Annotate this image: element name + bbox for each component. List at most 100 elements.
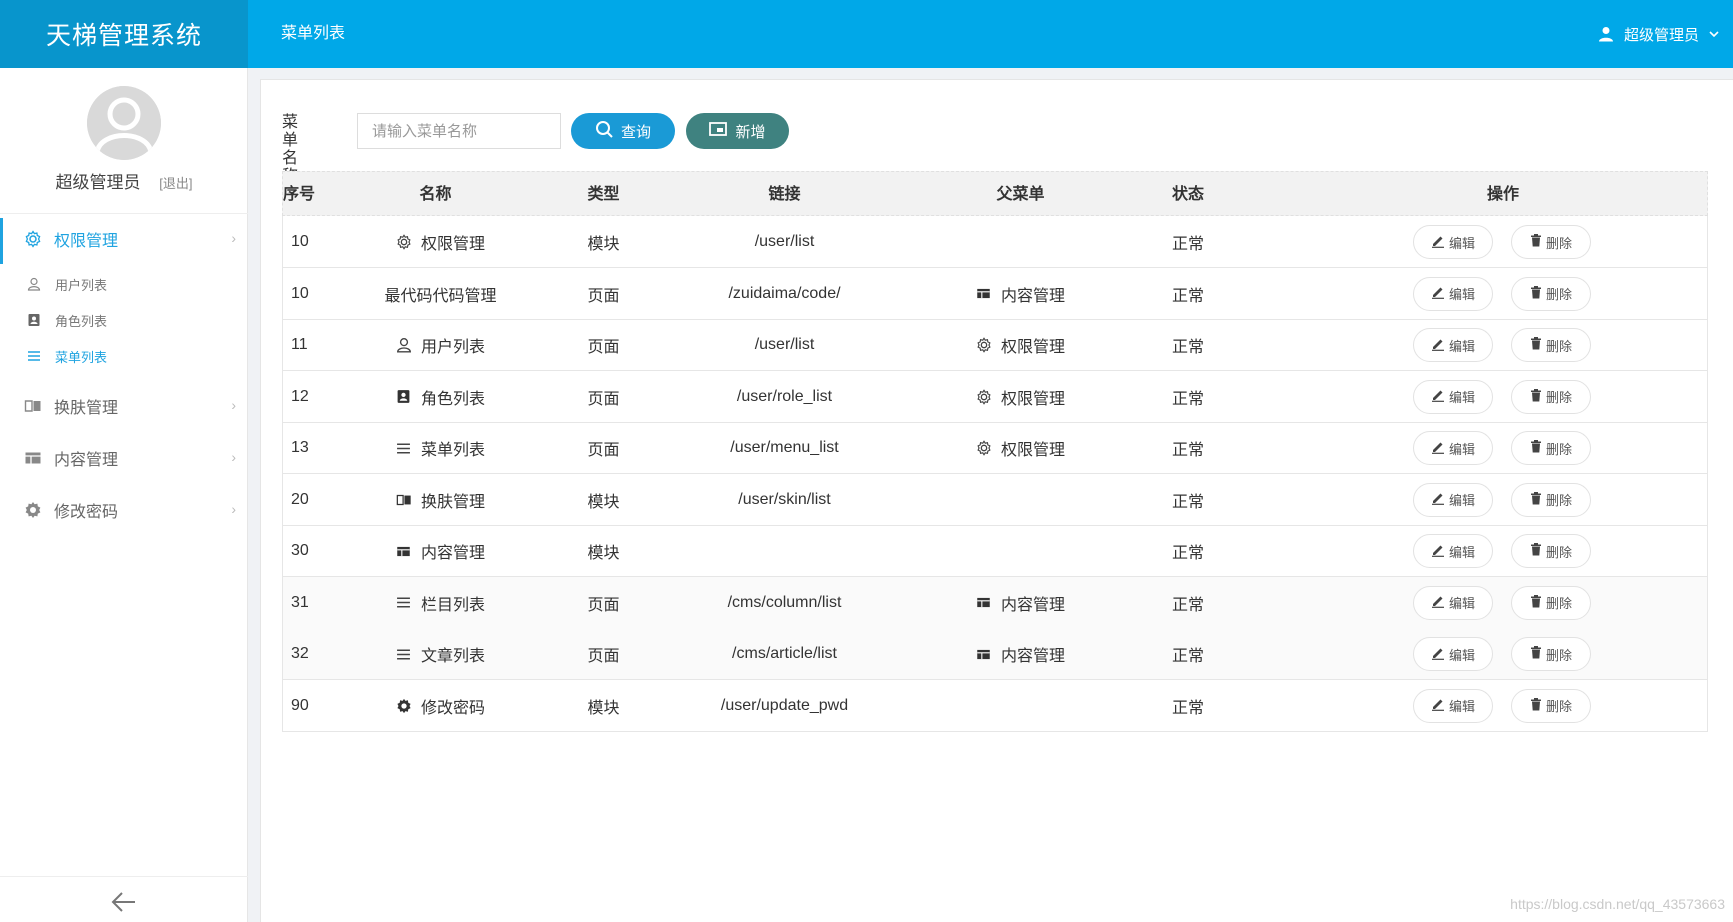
edit-button-label: 编辑 (1448, 647, 1475, 663)
edit-button[interactable]: 编辑 (1413, 225, 1493, 259)
edit-button[interactable]: 编辑 (1413, 482, 1493, 517)
edit-button[interactable]: 编辑 (1413, 328, 1493, 362)
table-row: 32 文章列表 页面 /cms/article/list 内容管理 正常 编辑 … (282, 628, 1708, 680)
edit-button[interactable]: 编辑 (1413, 379, 1493, 414)
edit-button[interactable]: 编辑 (1413, 276, 1493, 311)
delete-button-label: 删除 (1545, 596, 1572, 611)
sidebar-item-password[interactable]: 修改密码 › (0, 487, 248, 533)
delete-button-label: 删除 (1545, 390, 1572, 405)
delete-button-label: 删除 (1545, 338, 1572, 354)
edit-button-label: 编辑 (1448, 287, 1475, 302)
table-row: 20 换肤管理 模块 /user/skin/list 正常 编辑 删除 (282, 473, 1708, 526)
gear-icon (976, 440, 992, 456)
cell-status: 正常 (1171, 287, 1204, 305)
cell-status: 正常 (1171, 596, 1204, 614)
trash-icon (1530, 440, 1542, 456)
pencil-icon (1431, 697, 1445, 714)
delete-button-label: 删除 (1545, 544, 1572, 560)
gear-icon (396, 234, 412, 250)
delete-button-label: 删除 (1545, 699, 1572, 714)
cell-name: 菜单列表 (283, 422, 598, 474)
table-row: 10 权限管理 模块 /user/list 正常 编辑 删除 (282, 216, 1708, 268)
edit-button[interactable]: 编辑 (1413, 534, 1493, 568)
sidebar-item-skin[interactable]: 换肤管理 › (0, 383, 248, 429)
watermark: https://blog.csdn.net/qq_43573663 (1510, 896, 1725, 912)
logout-link[interactable]: [退出] (159, 176, 192, 191)
cell-link: /zuidaima/code/ (728, 284, 841, 302)
chevron-right-icon: › (231, 449, 236, 465)
cell-status: 正常 (1171, 699, 1204, 717)
cog-icon (24, 501, 42, 519)
collapse-sidebar-arrow-left-icon[interactable] (110, 888, 138, 916)
pencil-icon (1431, 337, 1445, 354)
book-open-icon (24, 397, 42, 415)
sidebar-item-content[interactable]: 内容管理 › (0, 435, 248, 481)
cell-type: 页面 (587, 648, 620, 665)
edit-button[interactable]: 编辑 (1413, 585, 1493, 620)
delete-button[interactable]: 删除 (1511, 482, 1591, 517)
query-button[interactable]: 查询 (571, 113, 675, 149)
cell-type: 页面 (587, 339, 620, 356)
delete-button[interactable]: 删除 (1511, 225, 1591, 259)
profile-name: 超级管理员 (55, 173, 141, 192)
sidebar-item-permission[interactable]: 权限管理 › (0, 216, 248, 264)
cell-name: 文章列表 (283, 628, 598, 680)
cell-name-text: 内容管理 (420, 545, 485, 562)
cell-parent: 内容管理 (903, 577, 1138, 629)
divider (0, 876, 248, 877)
cell-name-text: 菜单列表 (420, 442, 485, 459)
cell-name: 内容管理 (283, 525, 598, 577)
search-input[interactable] (357, 113, 561, 149)
cell-type: 模块 (587, 545, 620, 562)
cell-name-text: 换肤管理 (420, 493, 485, 511)
cell-name-text: 修改密码 (420, 699, 485, 717)
cell-parent-text: 权限管理 (1000, 390, 1065, 408)
sidebar-subitem-menus[interactable]: 菜单列表 (0, 338, 248, 374)
list-icon (396, 646, 412, 662)
sidebar-item-label: 修改密码 (54, 504, 119, 521)
cell-type: 模块 (587, 493, 620, 511)
cell-status: 正常 (1171, 390, 1204, 408)
cell-name-text: 栏目列表 (420, 596, 485, 614)
cell-link: /cms/column/list (727, 593, 842, 611)
breadcrumb: 菜单列表 (281, 25, 346, 42)
sidebar-subitem-label: 菜单列表 (55, 349, 108, 365)
edit-button[interactable]: 编辑 (1413, 431, 1493, 465)
delete-button[interactable]: 删除 (1511, 276, 1591, 311)
pencil-icon (1431, 594, 1445, 611)
trash-icon (1530, 388, 1542, 405)
edit-button[interactable]: 编辑 (1413, 637, 1493, 671)
cell-name: 权限管理 (283, 216, 598, 268)
cell-link: /user/role_list (736, 387, 833, 405)
delete-button[interactable]: 删除 (1511, 328, 1591, 362)
sidebar-item-label: 换肤管理 (54, 400, 119, 417)
add-button[interactable]: 新增 (686, 113, 789, 149)
gear-icon (976, 388, 992, 405)
user-icon (396, 337, 412, 353)
sidebar-subitem-users[interactable]: 用户列表 (0, 266, 248, 302)
column-header-link: 链接 (768, 186, 801, 203)
trash-icon (1530, 543, 1542, 559)
cell-type: 模块 (587, 236, 620, 253)
delete-button[interactable]: 删除 (1511, 534, 1591, 568)
column-header-name: 名称 (419, 186, 452, 203)
delete-button[interactable]: 删除 (1511, 637, 1591, 671)
table-row: 90 修改密码 模块 /user/update_pwd 正常 编辑 删除 (282, 679, 1708, 732)
cell-name-text: 文章列表 (420, 648, 485, 665)
delete-button[interactable]: 删除 (1511, 585, 1591, 620)
delete-button[interactable]: 删除 (1511, 379, 1591, 414)
sidebar-subitem-roles[interactable]: 角色列表 (0, 302, 248, 338)
user-menu[interactable]: 超级管理员 (1598, 0, 1719, 68)
delete-button[interactable]: 删除 (1511, 688, 1591, 723)
delete-button-label: 删除 (1545, 287, 1572, 302)
cell-status: 正常 (1171, 442, 1204, 459)
table-row: 13 菜单列表 页面 /user/menu_list 权限管理 正常 编辑 删除 (282, 422, 1708, 474)
edit-button[interactable]: 编辑 (1413, 688, 1493, 723)
delete-button-label: 删除 (1545, 441, 1572, 457)
sidebar-item-label: 权限管理 (54, 233, 119, 250)
cell-link: /user/update_pwd (720, 696, 849, 714)
delete-button[interactable]: 删除 (1511, 431, 1591, 465)
edit-button-label: 编辑 (1448, 596, 1475, 611)
cell-parent-text: 内容管理 (1000, 287, 1065, 305)
gear-icon (24, 230, 42, 248)
